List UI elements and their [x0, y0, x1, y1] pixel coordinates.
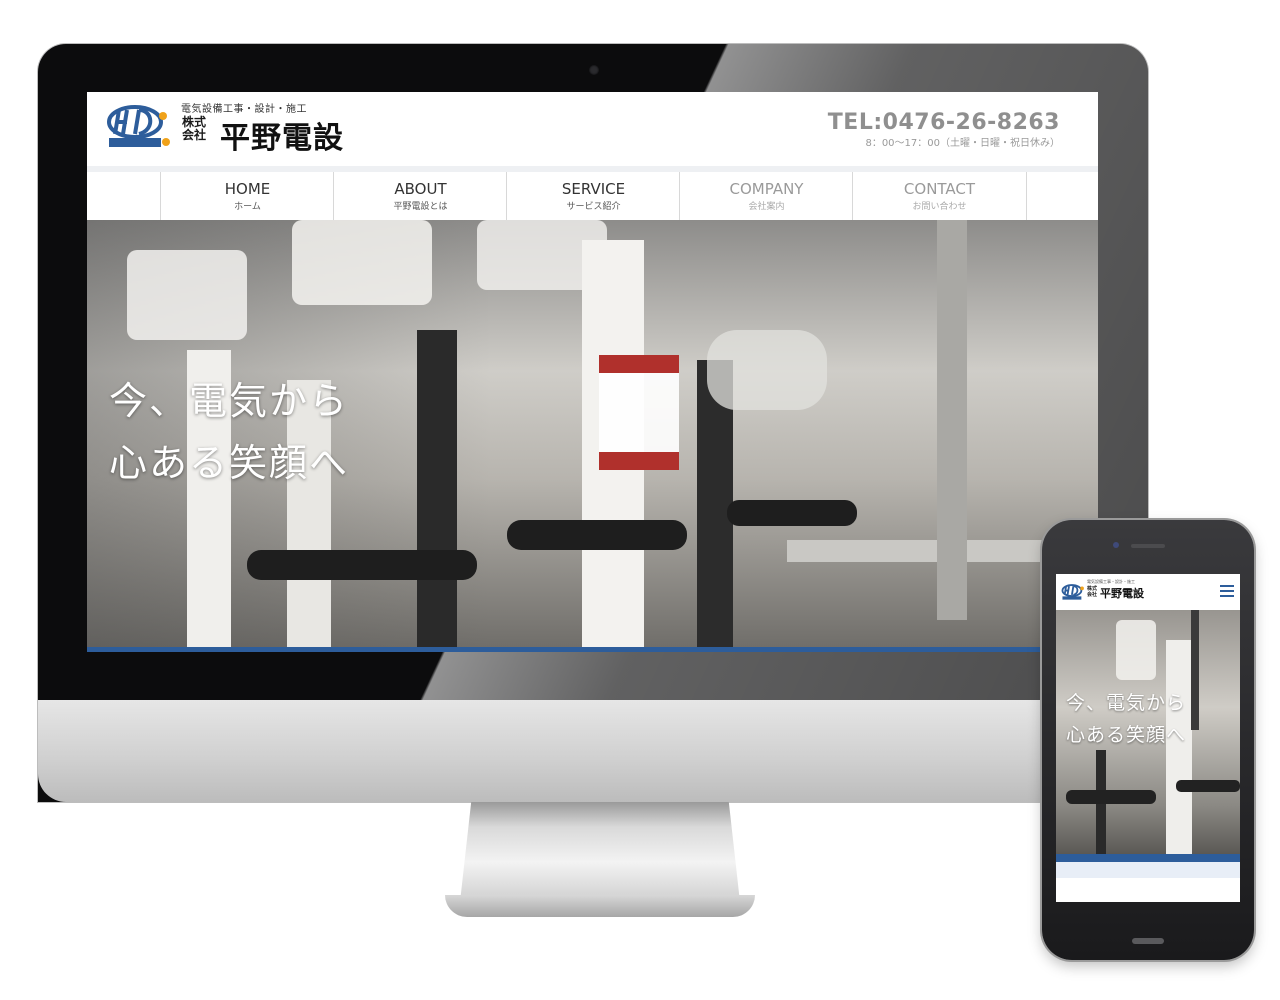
front-camera-icon [1113, 542, 1119, 548]
mobile-hero-headline-line2: 心ある笑顔へ [1066, 724, 1187, 746]
nav-sublabel: ホーム [234, 202, 261, 212]
hero-accent-bar [87, 647, 1098, 652]
company-type: 株式会社 [182, 115, 207, 142]
nav-home[interactable]: HOME ホーム [160, 172, 334, 220]
hamburger-menu-icon[interactable] [1220, 585, 1234, 597]
nav-label: CONTACT [903, 180, 976, 198]
mobile-accent-bar [1056, 854, 1240, 862]
tel-number[interactable]: TEL:0476-26-8263 [828, 110, 1060, 135]
nav-label: ABOUT [394, 180, 447, 198]
speaker-grill [1131, 544, 1165, 548]
nav-sublabel: お問い合わせ [912, 202, 967, 212]
mobile-light-band [1056, 862, 1240, 878]
nav-sublabel: 会社案内 [748, 202, 785, 212]
nav-about[interactable]: ABOUT 平野電設とは [333, 172, 507, 220]
nav-service[interactable]: SERVICE サービス紹介 [506, 172, 680, 220]
imac-stand [460, 802, 740, 902]
imac-chin [38, 700, 1148, 802]
hero-headline-line1: 今、電気から [109, 379, 350, 423]
mobile-website: 電気設備工事・設計・施工 株式会社 平野電設 今、電気から 心ある笑顔へ [1056, 574, 1240, 902]
global-nav: HOME ホーム ABOUT 平野電設とは SERVICE サービス紹介 COM… [87, 172, 1098, 220]
mobile-hero-headline-line1: 今、電気から [1066, 692, 1187, 714]
imac-base [445, 895, 755, 917]
nav-sublabel: 平野電設とは [393, 202, 448, 212]
business-hours: 8：00〜17：00（土曜・日曜・祝日休み） [865, 138, 1060, 149]
nav-contact[interactable]: CONTACT お問い合わせ [852, 172, 1026, 220]
mobile-company-name[interactable]: 平野電設 [1100, 585, 1144, 601]
mobile-hero-banner: 今、電気から 心ある笑顔へ [1056, 610, 1240, 854]
camera-icon [589, 65, 599, 75]
hero-banner: 今、電気から 心ある笑顔へ [87, 220, 1098, 652]
nav-label: SERVICE [561, 180, 626, 198]
hero-headline-line2: 心ある笑顔へ [109, 441, 350, 485]
nav-label: HOME [224, 180, 271, 198]
tel-block: TEL:0476-26-8263 8：00〜17：00（土曜・日曜・祝日休み） [828, 110, 1060, 149]
hirano-logo-icon[interactable] [1061, 584, 1085, 600]
mobile-company-type: 株式会社 [1087, 586, 1098, 598]
nav-label: COMPANY [729, 180, 804, 198]
nav-sublabel: サービス紹介 [566, 202, 621, 212]
home-indicator [1132, 938, 1164, 944]
smartphone-frame: 電気設備工事・設計・施工 株式会社 平野電設 今、電気から 心ある笑顔へ [1042, 520, 1254, 960]
site-header: 電気設備工事・設計・施工 株式会社 平野電設 TEL:0476-26-8263 … [87, 92, 1098, 172]
desktop-website: 電気設備工事・設計・施工 株式会社 平野電設 TEL:0476-26-8263 … [87, 92, 1098, 652]
nav-company[interactable]: COMPANY 会社案内 [679, 172, 853, 220]
mobile-header: 電気設備工事・設計・施工 株式会社 平野電設 [1056, 574, 1240, 610]
hirano-logo-icon[interactable] [105, 104, 171, 148]
company-name[interactable]: 平野電設 [220, 113, 344, 157]
nav-divider [1026, 172, 1027, 220]
